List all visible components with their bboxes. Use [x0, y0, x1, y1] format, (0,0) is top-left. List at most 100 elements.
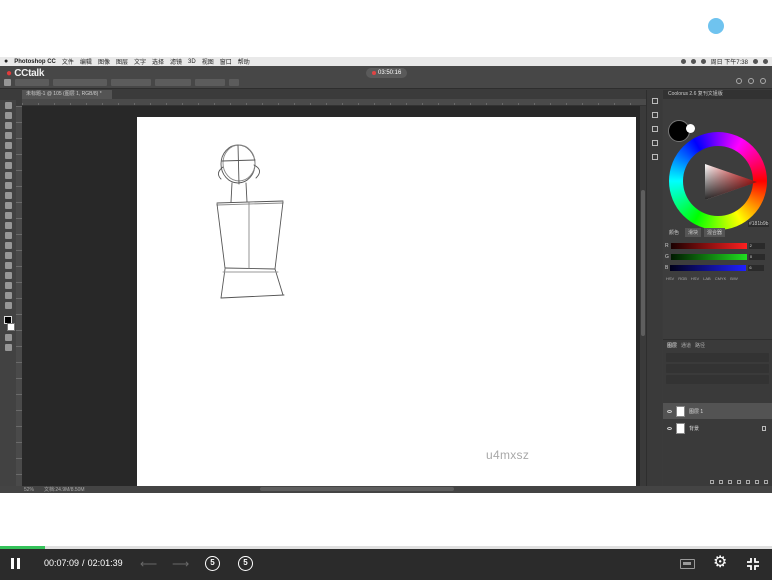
- folder-icon[interactable]: [746, 479, 750, 484]
- status-icon[interactable]: [680, 59, 686, 64]
- menu-item-layer[interactable]: 图层: [116, 57, 128, 66]
- green-slider[interactable]: [670, 253, 747, 260]
- forward-5-button[interactable]: 5: [238, 556, 253, 571]
- screen-mode-button[interactable]: [680, 559, 695, 569]
- path-select-tool-icon[interactable]: [4, 262, 12, 269]
- brush-preset-picker[interactable]: [15, 79, 49, 86]
- mode-cmyk[interactable]: CMYK: [715, 276, 727, 281]
- dodge-tool-icon[interactable]: [4, 232, 12, 239]
- green-value[interactable]: 0: [748, 253, 765, 260]
- menu-item-edit[interactable]: 编辑: [80, 57, 92, 66]
- menubar-clock[interactable]: 周日 下午7:38: [711, 57, 748, 66]
- menu-item-type[interactable]: 文字: [134, 57, 146, 66]
- crop-tool-icon[interactable]: [4, 142, 12, 149]
- tab-mixer[interactable]: 混合器: [704, 228, 726, 237]
- red-value[interactable]: 2: [748, 242, 765, 249]
- app-name[interactable]: Photoshop CC: [14, 59, 56, 65]
- mode-hsv-2[interactable]: HSV: [691, 276, 699, 281]
- blend-opacity-bar[interactable]: [666, 364, 769, 373]
- eraser-tool-icon[interactable]: [4, 202, 12, 209]
- blur-tool-icon[interactable]: [4, 222, 12, 229]
- exit-fullscreen-icon[interactable]: [746, 557, 760, 571]
- mode-lab[interactable]: LAB: [703, 276, 711, 281]
- document-tab[interactable]: 未标题-1 @ 105 (图层 1, RGB/8) *: [22, 90, 112, 99]
- eye-icon[interactable]: [667, 426, 672, 430]
- brush-tool-icon[interactable]: [4, 172, 12, 179]
- mode-dropdown[interactable]: [53, 79, 107, 86]
- layer-filter-bar[interactable]: [666, 353, 769, 362]
- workspace-icon[interactable]: [748, 78, 754, 84]
- mode-bw[interactable]: B/W: [730, 276, 738, 281]
- marquee-tool-icon[interactable]: [4, 112, 12, 119]
- gear-icon[interactable]: ⚙: [713, 554, 727, 572]
- hue-ring[interactable]: [669, 132, 767, 230]
- screen-mode-icon[interactable]: [4, 344, 12, 351]
- link-layers-icon[interactable]: [710, 479, 714, 484]
- background-white-swatch[interactable]: [686, 124, 695, 133]
- move-tool-icon[interactable]: [4, 102, 12, 109]
- tab-sliders[interactable]: 滑块: [685, 228, 702, 237]
- opacity-field[interactable]: [111, 79, 151, 86]
- layer-row-background[interactable]: 背景: [663, 420, 772, 436]
- lasso-tool-icon[interactable]: [4, 122, 12, 129]
- menu-item-image[interactable]: 图像: [98, 57, 110, 66]
- menu-list-icon[interactable]: [763, 59, 768, 64]
- smoothing-field[interactable]: [195, 79, 225, 86]
- red-slider[interactable]: [670, 242, 747, 249]
- eye-icon[interactable]: [667, 409, 672, 413]
- tab-channels[interactable]: 通道: [681, 342, 691, 349]
- previous-arrow-icon[interactable]: ⟵: [140, 557, 157, 571]
- flow-field[interactable]: [155, 79, 191, 86]
- search-icon[interactable]: [753, 59, 758, 64]
- stamp-tool-icon[interactable]: [4, 182, 12, 189]
- gradient-tool-icon[interactable]: [4, 212, 12, 219]
- adjustment-icon[interactable]: [737, 479, 741, 484]
- type-tool-icon[interactable]: [4, 252, 12, 259]
- history-panel-icon[interactable]: [651, 98, 658, 104]
- vertical-scroll-thumb[interactable]: [641, 190, 645, 336]
- horizontal-scroll-thumb[interactable]: [260, 487, 454, 491]
- fx-icon[interactable]: [719, 479, 723, 484]
- tab-color[interactable]: 颜色: [666, 228, 682, 237]
- healing-tool-icon[interactable]: [4, 162, 12, 169]
- quick-select-tool-icon[interactable]: [4, 132, 12, 139]
- menu-item-file[interactable]: 文件: [62, 57, 74, 66]
- mask-icon[interactable]: [728, 479, 732, 484]
- mode-hsv[interactable]: HSV: [666, 276, 674, 281]
- rewind-5-button[interactable]: 5: [205, 556, 220, 571]
- blue-slider[interactable]: [670, 264, 747, 271]
- menu-item-help[interactable]: 帮助: [238, 57, 250, 66]
- settings-gear-small[interactable]: [229, 79, 239, 86]
- wifi-icon[interactable]: [690, 59, 696, 64]
- search-icon[interactable]: [736, 78, 742, 84]
- blue-value[interactable]: 6: [748, 264, 765, 271]
- shape-tool-icon[interactable]: [4, 272, 12, 279]
- menu-item-3d[interactable]: 3D: [188, 59, 196, 65]
- tab-layers[interactable]: 图层: [667, 342, 677, 349]
- pause-button[interactable]: [11, 558, 23, 570]
- zoom-level[interactable]: 52%: [24, 487, 34, 493]
- document-canvas[interactable]: u4mxsz: [137, 117, 636, 486]
- brush-panel-icon[interactable]: [651, 112, 658, 118]
- floating-indicator-icon[interactable]: [708, 18, 724, 34]
- menu-item-window[interactable]: 窗口: [220, 57, 232, 66]
- background-color-swatch[interactable]: [7, 323, 15, 331]
- history-brush-icon[interactable]: [4, 192, 12, 199]
- paragraph-panel-icon[interactable]: [651, 154, 658, 160]
- new-layer-icon[interactable]: [755, 479, 759, 484]
- hand-tool-icon[interactable]: [4, 282, 12, 289]
- mode-rgb[interactable]: RGB: [678, 276, 687, 281]
- brush-tool-icon[interactable]: [4, 79, 11, 86]
- quick-mask-icon[interactable]: [4, 334, 12, 341]
- zoom-tool-icon[interactable]: [4, 292, 12, 299]
- menu-item-select[interactable]: 选择: [152, 57, 164, 66]
- apple-icon[interactable]: ●: [4, 58, 8, 65]
- more-tools-icon[interactable]: [4, 302, 12, 309]
- tab-paths[interactable]: 路径: [695, 342, 705, 349]
- menu-item-view[interactable]: 视图: [202, 57, 214, 66]
- volume-icon[interactable]: [700, 59, 706, 64]
- layer-row-layer1[interactable]: 图层 1: [663, 403, 772, 419]
- lock-fill-bar[interactable]: [666, 375, 769, 384]
- share-icon[interactable]: [760, 78, 766, 84]
- swatches-panel-icon[interactable]: [651, 126, 658, 132]
